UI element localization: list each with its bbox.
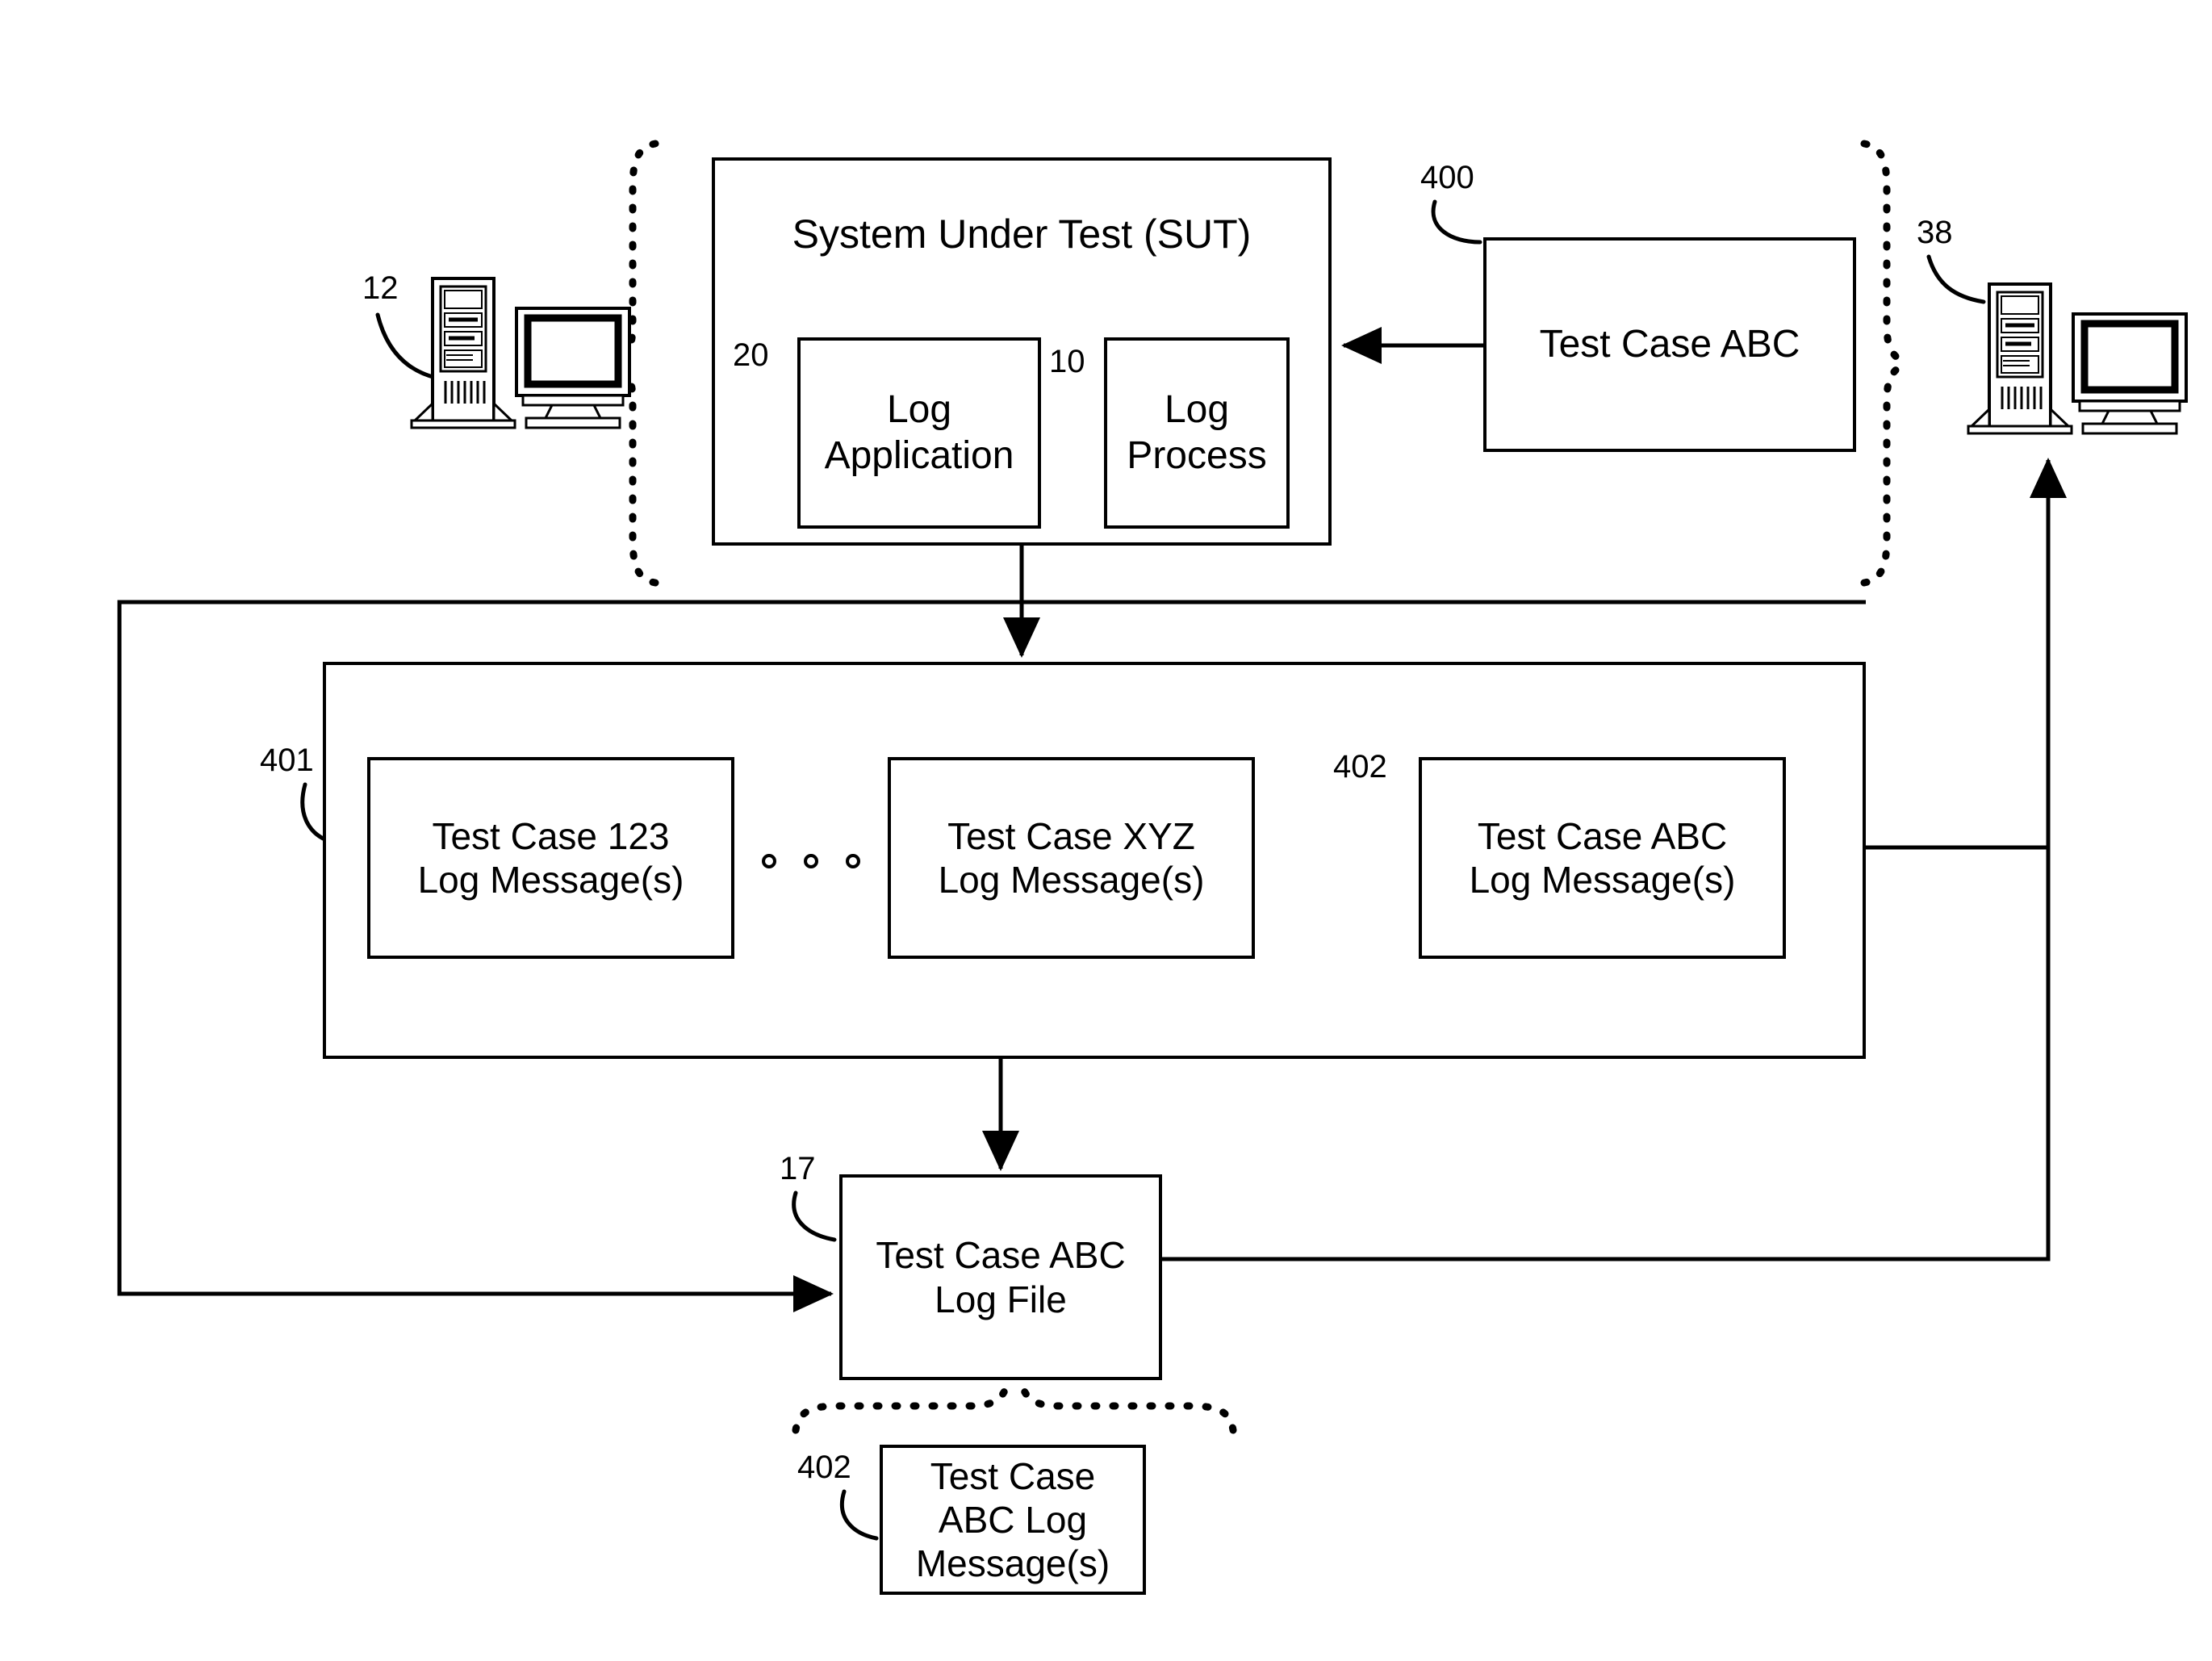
sut-title: System Under Test (SUT) bbox=[792, 211, 1252, 257]
patent-figure: System Under Test (SUT) Log Application … bbox=[0, 0, 2212, 1661]
test-case-abc-input-box: Test Case ABC bbox=[1483, 237, 1856, 452]
ellipsis-dot-2 bbox=[804, 854, 818, 868]
log-application-box: Log Application bbox=[797, 337, 1041, 529]
ellipsis-dot-1 bbox=[762, 854, 776, 868]
log-file-detail-box: Test Case ABC Log Message(s) bbox=[880, 1445, 1146, 1595]
ref-numeral-test-case-abc-input: 400 bbox=[1420, 160, 1474, 195]
log-process-box: Log Process bbox=[1104, 337, 1290, 529]
log-message-box-abc: Test Case ABC Log Message(s) bbox=[1419, 757, 1786, 959]
ref-numeral-sut-computer: 12 bbox=[362, 270, 399, 306]
ellipsis-dot-3 bbox=[846, 854, 860, 868]
left-computer-icon bbox=[410, 277, 631, 429]
ref-numeral-log-file-detail: 402 bbox=[797, 1450, 851, 1485]
ref-numeral-log-message-abc: 402 bbox=[1333, 749, 1387, 784]
ref-numeral-log-store: 401 bbox=[260, 743, 314, 778]
log-message-box-123: Test Case 123 Log Message(s) bbox=[367, 757, 734, 959]
log-message-abc-label: Test Case ABC Log Message(s) bbox=[1469, 814, 1736, 901]
ref-numeral-log-process: 10 bbox=[1049, 344, 1085, 379]
log-application-label: Log Application bbox=[824, 387, 1014, 477]
log-message-123-label: Test Case 123 Log Message(s) bbox=[417, 814, 684, 901]
ref-numeral-tester-computer: 38 bbox=[1917, 215, 1953, 250]
log-file-box: Test Case ABC Log File bbox=[839, 1174, 1162, 1380]
test-case-abc-input-label: Test Case ABC bbox=[1539, 322, 1800, 366]
ref-numeral-log-application: 20 bbox=[733, 337, 769, 373]
log-file-label: Test Case ABC Log File bbox=[876, 1234, 1126, 1320]
log-file-detail-label: Test Case ABC Log Message(s) bbox=[915, 1454, 1110, 1585]
log-message-box-xyz: Test Case XYZ Log Message(s) bbox=[888, 757, 1255, 959]
ref-numeral-log-file: 17 bbox=[780, 1151, 816, 1186]
log-message-xyz-label: Test Case XYZ Log Message(s) bbox=[938, 814, 1205, 901]
right-computer-icon bbox=[1967, 282, 2188, 435]
log-process-label: Log Process bbox=[1127, 387, 1267, 477]
